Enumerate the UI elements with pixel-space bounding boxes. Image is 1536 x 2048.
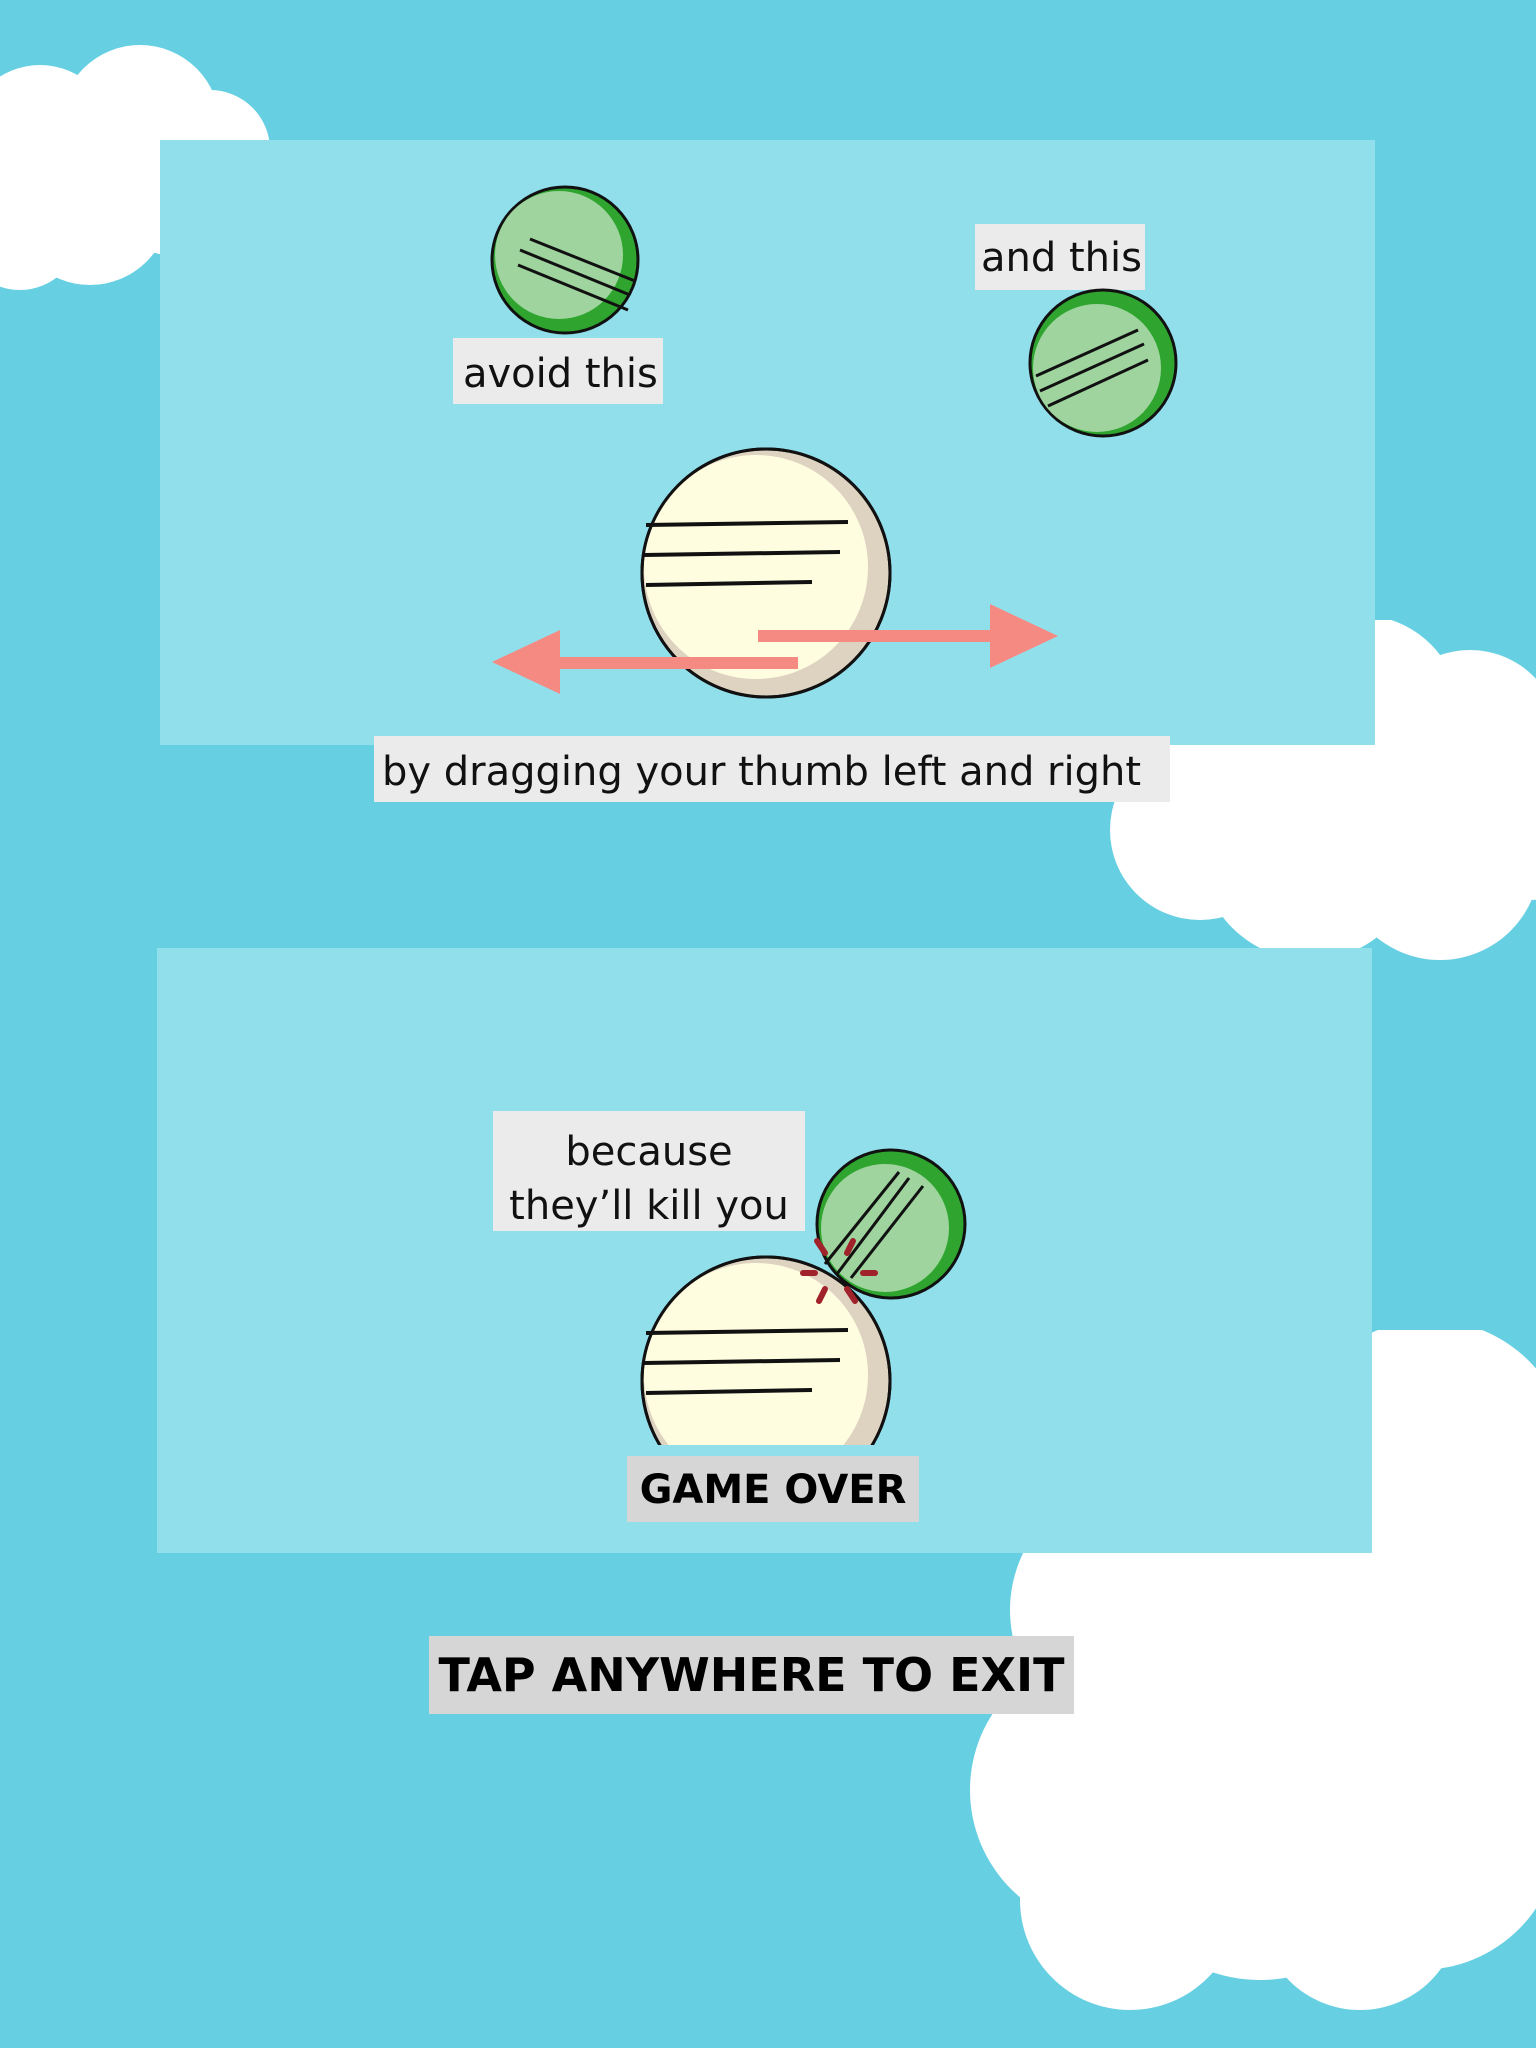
game-over-label: GAME OVER xyxy=(627,1456,919,1522)
green-pill-icon xyxy=(1028,288,1178,438)
because-line-2: they’ll kill you xyxy=(509,1183,789,1229)
double-arrow-icon xyxy=(492,604,1058,694)
avoid-this-label: avoid this xyxy=(453,338,663,404)
because-label: because they’ll kill you xyxy=(493,1111,805,1231)
because-line-1: because xyxy=(565,1129,733,1175)
drag-instruction-label: by dragging your thumb left and right xyxy=(374,736,1170,802)
impact-spark-icon xyxy=(800,1238,878,1304)
green-pill-icon xyxy=(490,185,640,335)
and-this-label: and this xyxy=(975,224,1145,290)
tap-to-exit-button[interactable]: TAP ANYWHERE TO EXIT xyxy=(429,1636,1074,1714)
